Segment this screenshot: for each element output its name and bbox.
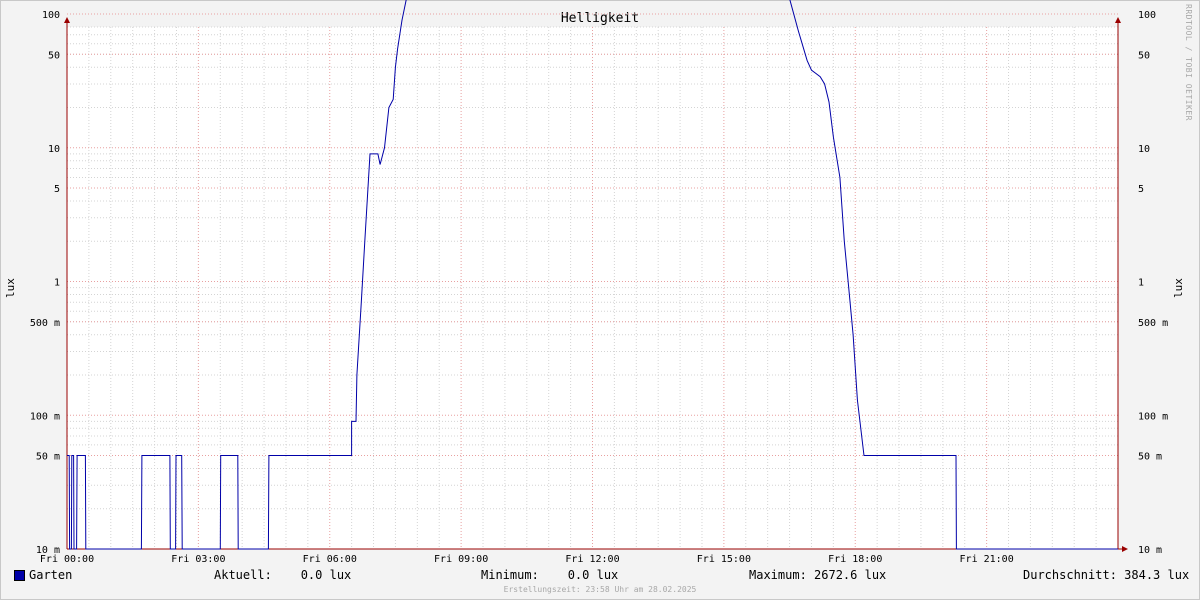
legend-minimum: Minimum: 0.0 lux (481, 568, 619, 582)
x-tick-label: Fri 09:00 (434, 554, 488, 565)
legend-swatch (14, 570, 25, 581)
y-axis-label-left: lux (4, 278, 17, 298)
y-tick-label-left: 500 m (30, 318, 60, 329)
y-tick-label-right: 50 (1138, 50, 1150, 61)
y-tick-label-left: 50 (48, 50, 60, 61)
y-tick-label-left: 100 (42, 10, 60, 21)
legend-series-name: Garten (29, 568, 73, 582)
y-axis-label-right: lux (1172, 278, 1185, 298)
x-tick-label: Fri 12:00 (565, 554, 619, 565)
x-tick-label: Fri 03:00 (171, 554, 225, 565)
x-tick-label: Fri 06:00 (303, 554, 357, 565)
y-tick-label-right: 10 (1138, 144, 1150, 155)
legend-maximum: Maximum: 2672.6 lux (749, 568, 887, 582)
x-tick-label: Fri 21:00 (960, 554, 1014, 565)
chart-svg: Fri 00:00 Fri 03:00 Fri 06:00 Fri 09:00 Fri … (4, 0, 1185, 565)
creation-time: Erstellungszeit: 23:58 Uhr am 28.02.2025 (503, 585, 697, 594)
y-tick-label-left: 1 (54, 278, 60, 289)
y-tick-label-right: 100 (1138, 10, 1156, 21)
y-tick-label-right: 10 m (1138, 545, 1162, 556)
legend-current: Aktuell: 0.0 lux (214, 568, 352, 582)
y-tick-label-left: 50 m (36, 452, 60, 463)
y-tick-label-right: 500 m (1138, 318, 1168, 329)
legend-average: Durchschnitt: 384.3 lux (1023, 568, 1190, 582)
x-tick-label: Fri 18:00 (828, 554, 882, 565)
y-axis-arrow-left (64, 17, 70, 23)
y-tick-label-right: 100 m (1138, 411, 1168, 422)
y-tick-label-right: 1 (1138, 278, 1144, 289)
x-tick-label: Fri 15:00 (697, 554, 751, 565)
y-tick-label-left: 100 m (30, 411, 60, 422)
y-axis-arrow-right (1115, 17, 1121, 23)
y-tick-label-right: 50 m (1138, 452, 1162, 463)
y-tick-label-left: 10 (48, 144, 60, 155)
y-tick-label-left: 10 m (36, 545, 60, 556)
y-tick-label-right: 5 (1138, 184, 1144, 195)
x-axis-arrow (1122, 546, 1128, 552)
y-tick-label-left: 5 (54, 184, 60, 195)
